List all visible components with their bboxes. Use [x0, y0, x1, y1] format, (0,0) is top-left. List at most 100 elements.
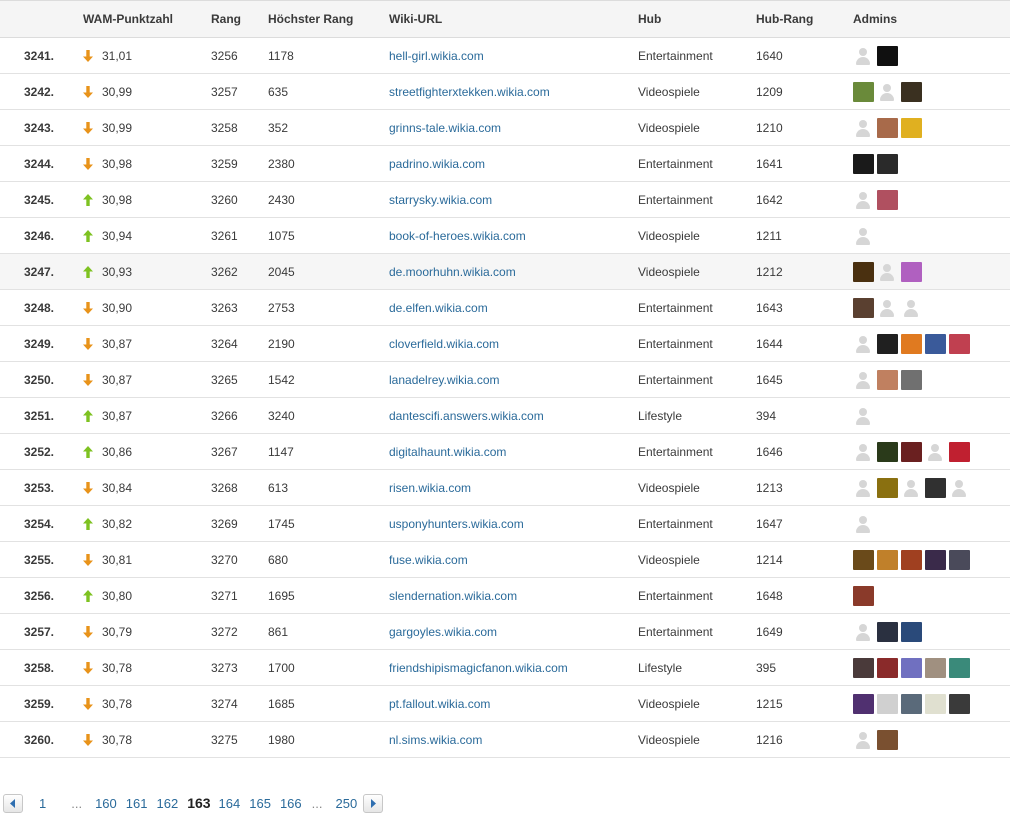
wiki-url-link[interactable]: friendshipismagicfanon.wikia.com	[389, 661, 568, 675]
admin-avatar[interactable]	[877, 153, 898, 174]
default-avatar-icon[interactable]	[877, 82, 898, 102]
admin-avatar[interactable]	[877, 369, 898, 390]
admin-avatar[interactable]	[901, 81, 922, 102]
admin-avatar[interactable]	[877, 189, 898, 210]
admin-avatar[interactable]	[877, 621, 898, 642]
admin-avatar[interactable]	[853, 657, 874, 678]
wiki-url-link[interactable]: de.elfen.wikia.com	[389, 301, 488, 315]
default-avatar-icon[interactable]	[853, 730, 874, 750]
admin-avatar[interactable]	[853, 693, 874, 714]
admin-avatar[interactable]	[949, 657, 970, 678]
admin-avatar[interactable]	[877, 693, 898, 714]
admin-avatar[interactable]	[925, 333, 946, 354]
default-avatar-icon[interactable]	[853, 118, 874, 138]
default-avatar-icon[interactable]	[853, 370, 874, 390]
admin-avatar[interactable]	[925, 657, 946, 678]
wiki-url-link[interactable]: grinns-tale.wikia.com	[389, 121, 501, 135]
rank-cell: 3272	[211, 613, 268, 650]
admin-avatar[interactable]	[877, 333, 898, 354]
admin-avatar[interactable]	[877, 477, 898, 498]
wiki-url-link[interactable]: nl.sims.wikia.com	[389, 733, 482, 747]
wam-score-value: 30,87	[102, 372, 133, 387]
table-row: 3250. 30,87 3265 1542 lanadelrey.wikia.com En…	[0, 361, 1010, 398]
default-avatar-icon[interactable]	[901, 298, 922, 318]
prev-page-button[interactable]	[3, 793, 23, 813]
admin-avatar[interactable]	[901, 261, 922, 282]
wiki-url-link[interactable]: padrino.wikia.com	[389, 157, 485, 171]
page-link[interactable]: 160	[95, 796, 117, 811]
admin-avatar[interactable]	[901, 621, 922, 642]
admins-cell	[853, 541, 1010, 578]
admin-avatar[interactable]	[901, 117, 922, 138]
admin-avatar[interactable]	[877, 441, 898, 462]
wiki-url-link[interactable]: cloverfield.wikia.com	[389, 337, 499, 351]
wam-score-value: 30,78	[102, 732, 133, 747]
admin-avatar[interactable]	[949, 441, 970, 462]
admin-avatar[interactable]	[853, 81, 874, 102]
admin-avatar[interactable]	[853, 585, 874, 606]
default-avatar-icon[interactable]	[877, 262, 898, 282]
admin-avatar[interactable]	[901, 549, 922, 570]
header-position	[0, 0, 83, 38]
admin-avatar[interactable]	[901, 369, 922, 390]
wiki-url-link[interactable]: de.moorhuhn.wikia.com	[389, 265, 516, 279]
default-avatar-icon[interactable]	[853, 190, 874, 210]
wiki-url-link[interactable]: book-of-heroes.wikia.com	[389, 229, 526, 243]
wiki-url-link[interactable]: gargoyles.wikia.com	[389, 625, 497, 639]
wiki-url-link[interactable]: usponyhunters.wikia.com	[389, 517, 524, 531]
default-avatar-icon[interactable]	[853, 478, 874, 498]
admin-avatar[interactable]	[853, 297, 874, 318]
admin-avatar[interactable]	[853, 261, 874, 282]
admin-avatar[interactable]	[925, 549, 946, 570]
admin-avatar[interactable]	[949, 549, 970, 570]
next-page-button[interactable]	[363, 793, 384, 813]
wiki-url-link[interactable]: fuse.wikia.com	[389, 553, 468, 567]
wiki-url-link[interactable]: risen.wikia.com	[389, 481, 471, 495]
row-position: 3243.	[0, 109, 83, 146]
admin-avatar[interactable]	[877, 657, 898, 678]
default-avatar-icon[interactable]	[925, 442, 946, 462]
admin-avatar[interactable]	[925, 477, 946, 498]
admin-avatar[interactable]	[877, 729, 898, 750]
default-avatar-icon[interactable]	[853, 334, 874, 354]
admin-avatar[interactable]	[877, 549, 898, 570]
wiki-url-link[interactable]: pt.fallout.wikia.com	[389, 697, 490, 711]
admin-avatar[interactable]	[901, 657, 922, 678]
wiki-url-link[interactable]: dantescifi.answers.wikia.com	[389, 409, 544, 423]
default-avatar-icon[interactable]	[853, 46, 874, 66]
wiki-url-link[interactable]: starrysky.wikia.com	[389, 193, 492, 207]
page-link[interactable]: 166	[280, 796, 302, 811]
default-avatar-icon[interactable]	[853, 406, 874, 426]
default-avatar-icon[interactable]	[853, 514, 874, 534]
admin-avatar[interactable]	[853, 549, 874, 570]
wiki-url-link[interactable]: digitalhaunt.wikia.com	[389, 445, 506, 459]
wiki-url-link[interactable]: hell-girl.wikia.com	[389, 49, 484, 63]
wam-score-cell: 30,87	[83, 361, 211, 398]
admin-avatar[interactable]	[949, 333, 970, 354]
default-avatar-icon[interactable]	[853, 442, 874, 462]
page-link[interactable]: 161	[126, 796, 148, 811]
wiki-url-link[interactable]: streetfighterxtekken.wikia.com	[389, 85, 550, 99]
default-avatar-icon[interactable]	[949, 478, 970, 498]
admin-avatar[interactable]	[877, 45, 898, 66]
admin-avatar[interactable]	[901, 333, 922, 354]
page-link-last[interactable]: 250	[336, 796, 358, 811]
admin-avatar[interactable]	[853, 153, 874, 174]
default-avatar-icon[interactable]	[901, 478, 922, 498]
default-avatar-icon[interactable]	[877, 298, 898, 318]
wiki-url-link[interactable]: lanadelrey.wikia.com	[389, 373, 500, 387]
trend-down-arrow-icon	[83, 85, 93, 98]
page-link[interactable]: 165	[249, 796, 271, 811]
admin-avatar[interactable]	[901, 441, 922, 462]
admin-avatar[interactable]	[949, 693, 970, 714]
hub-cell: Videospiele	[638, 253, 756, 290]
admin-avatar[interactable]	[925, 693, 946, 714]
default-avatar-icon[interactable]	[853, 226, 874, 246]
admin-avatar[interactable]	[877, 117, 898, 138]
page-link[interactable]: 162	[156, 796, 178, 811]
page-link[interactable]: 164	[219, 796, 241, 811]
wiki-url-link[interactable]: slendernation.wikia.com	[389, 589, 517, 603]
admin-avatar[interactable]	[901, 693, 922, 714]
default-avatar-icon[interactable]	[853, 622, 874, 642]
page-link-first[interactable]: 1	[39, 796, 46, 811]
